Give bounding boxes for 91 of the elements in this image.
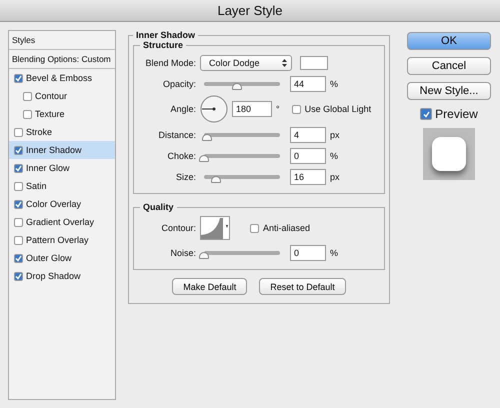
item-label: Gradient Overlay — [26, 217, 94, 227]
sidebar-item[interactable]: Pattern Overlay — [9, 231, 115, 249]
checkmark-icon — [15, 254, 22, 262]
checkbox[interactable] — [14, 218, 23, 226]
checkbox[interactable] — [23, 110, 32, 118]
checkbox[interactable] — [14, 200, 23, 208]
checkbox[interactable] — [420, 108, 432, 120]
contour-curve-icon[interactable] — [200, 216, 230, 240]
checkbox[interactable] — [14, 254, 23, 262]
item-label: Bevel & Emboss — [26, 73, 92, 83]
checkbox-label: Use Global Light — [304, 104, 372, 114]
checkmark-icon — [15, 146, 22, 154]
sidebar-item[interactable]: Satin — [9, 177, 115, 195]
sidebar-item[interactable]: Outer Glow — [9, 249, 115, 267]
window-title: Layer Style — [0, 0, 500, 22]
value-field[interactable]: 0 — [290, 244, 326, 260]
item-label: Pattern Overlay — [26, 235, 89, 245]
unit-label: % — [330, 248, 338, 258]
checkmark-icon — [15, 200, 22, 208]
field-label: Blend Mode: — [144, 58, 196, 68]
sidebar-item[interactable]: Inner Shadow — [9, 141, 115, 159]
checkbox[interactable] — [292, 104, 301, 114]
item-label: Inner Glow — [26, 163, 70, 173]
slider-thumb[interactable] — [202, 134, 212, 140]
value-field[interactable]: 180 — [232, 101, 272, 117]
item-label: Stroke — [26, 127, 52, 137]
value-field[interactable]: 0 — [290, 148, 326, 164]
checkbox-label: Preview — [435, 107, 478, 121]
checkbox[interactable] — [14, 182, 23, 190]
field-label: Choke: — [166, 150, 196, 160]
checkmark-icon — [422, 110, 430, 118]
item-label: Outer Glow — [26, 253, 72, 263]
sidebar-item[interactable]: Stroke — [9, 123, 115, 141]
slider-thumb[interactable] — [211, 176, 222, 182]
checkbox[interactable] — [14, 128, 23, 136]
checkbox-label: Anti-aliased — [263, 223, 310, 233]
unit-label: px — [330, 172, 340, 182]
sidebar-item[interactable]: Color Overlay — [9, 195, 115, 213]
item-label: Inner Shadow — [26, 145, 82, 155]
group-title: Structure — [142, 40, 184, 50]
sidebar-item[interactable]: Contour — [9, 87, 115, 105]
field-label: Contour: — [160, 223, 196, 233]
slider-thumb[interactable] — [232, 82, 242, 90]
unit-label: px — [330, 130, 340, 140]
sidebar-item[interactable]: Inner Glow — [9, 159, 115, 177]
checkbox[interactable] — [14, 164, 23, 172]
checkbox[interactable] — [14, 146, 23, 154]
value-field[interactable]: 4 — [290, 126, 326, 142]
item-label: Contour — [35, 91, 68, 101]
default-button[interactable]: Reset to Default — [259, 278, 346, 295]
slider-thumb[interactable] — [199, 252, 209, 258]
checkmark-icon — [15, 164, 22, 172]
item-label: Drop Shadow — [26, 271, 81, 281]
sidebar-item[interactable]: Gradient Overlay — [9, 213, 115, 231]
dialog-button[interactable]: Cancel — [407, 57, 491, 75]
group-title: Inner Shadow — [135, 30, 196, 40]
sidebar-item[interactable]: Texture — [9, 105, 115, 123]
field-label: Size: — [174, 172, 196, 182]
blend-mode-dropdown[interactable]: Color Dodge — [200, 54, 292, 70]
unit-label: ° — [276, 104, 280, 114]
checkbox[interactable] — [250, 224, 259, 232]
checkbox[interactable] — [14, 236, 23, 244]
checkmark-icon — [15, 74, 22, 82]
dialog-button[interactable]: New Style... — [407, 82, 491, 100]
default-button[interactable]: Make Default — [172, 278, 248, 295]
angle-dial[interactable] — [200, 95, 228, 123]
checkbox[interactable] — [23, 92, 32, 100]
sidebar-header: Styles — [9, 31, 115, 50]
sidebar-item[interactable]: Bevel & Emboss — [9, 69, 115, 87]
field-label: Opacity: — [162, 78, 196, 88]
checkbox[interactable] — [14, 272, 23, 280]
unit-label: % — [330, 150, 338, 160]
dialog-button[interactable]: OK — [407, 32, 491, 50]
preview-shape — [432, 137, 466, 171]
item-label: Satin — [26, 181, 47, 191]
blending-options-item[interactable]: Blending Options: Custom — [9, 50, 115, 69]
field-label: Distance: — [157, 130, 196, 140]
checkmark-icon — [15, 272, 22, 280]
item-label: Texture — [35, 109, 65, 119]
stepper-icon — [282, 58, 287, 66]
unit-label: % — [330, 78, 338, 88]
color-swatch[interactable] — [300, 56, 328, 70]
field-label: Angle: — [169, 104, 196, 114]
group-title: Quality — [142, 202, 175, 212]
value-field[interactable]: 16 — [290, 168, 326, 184]
field-label: Noise: — [169, 248, 196, 258]
checkbox[interactable] — [14, 74, 23, 82]
item-label: Color Overlay — [26, 199, 82, 209]
sidebar-item[interactable]: Drop Shadow — [9, 267, 115, 285]
slider-thumb[interactable] — [199, 154, 209, 162]
value-field[interactable]: 44 — [290, 76, 326, 92]
